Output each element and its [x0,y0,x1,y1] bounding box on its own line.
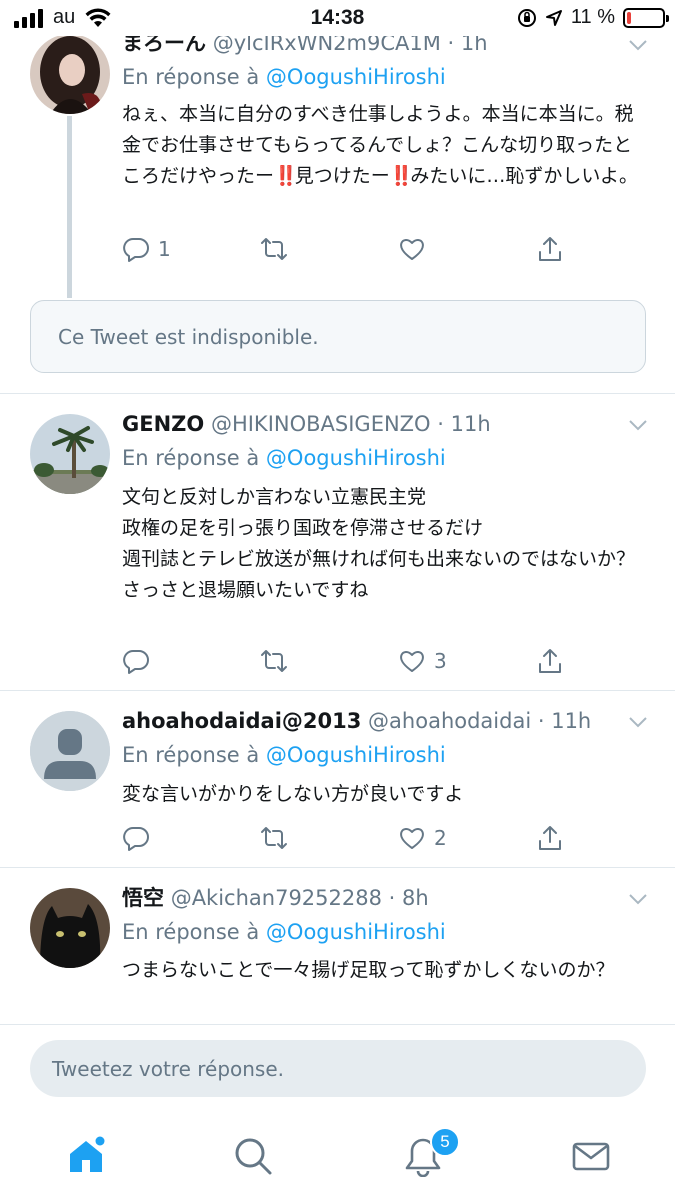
nav-search[interactable] [228,1131,278,1181]
chevron-down-icon[interactable] [627,34,649,56]
reply-context: En réponse à @OogushiHiroshi [122,918,446,946]
reply-icon [123,827,149,851]
reply-prefix: En réponse à [122,446,266,470]
meta-separator: · [430,412,451,436]
reply-prefix: En réponse à [122,65,266,89]
battery-percent: 11 % [570,6,615,28]
reply-context: En réponse à @OogushiHiroshi [122,63,446,91]
meta-separator: · [531,709,552,733]
reply-prefix: En réponse à [122,743,266,767]
tweet-time: 11h [551,709,592,733]
retweet-icon [261,827,287,849]
reply-context: En réponse à @OogushiHiroshi [122,444,446,472]
heart-icon [400,828,424,849]
thread-connector [67,116,72,298]
tweet[interactable]: ahoahodaidai@2013 @ahoahodaidai · 11h En… [0,691,675,867]
display-name[interactable]: GENZO [122,412,204,436]
reply-mention-link[interactable]: @OogushiHiroshi [266,920,446,944]
tweet[interactable]: 悟空 @Akichan79252288 · 8h En réponse à @O… [0,868,675,1024]
tweet-text: 変な言いがかりをしない方が良いですよ [122,783,464,805]
like-button[interactable] [398,232,434,266]
battery-icon [623,7,669,28]
share-icon [539,826,561,850]
reply-icon [123,238,149,262]
location-arrow-icon [545,9,562,26]
reply-prefix: En réponse à [122,920,266,944]
nav-messages[interactable] [566,1131,616,1181]
palm-tree-avatar[interactable] [30,414,110,494]
divider [0,1024,675,1025]
share-icon [539,649,561,673]
display-name[interactable]: 悟空 [122,886,164,910]
user-handle[interactable]: @Akichan79252288 [171,886,382,910]
tweet-actions: 1 [122,232,582,266]
share-button[interactable] [536,821,564,855]
share-button[interactable] [536,644,564,678]
retweet-button[interactable] [260,821,296,855]
reply-button[interactable] [122,821,158,855]
tweet-text: 文句と反対しか言わない立憲民主党 政権の足を引っ張り国政を停滞させるだけ 週刊誌… [122,486,636,601]
retweet-button[interactable] [260,644,296,678]
tweet-text: つまらないことで一々揚げ足取って恥ずかしくないのか？ [122,959,615,981]
unavailable-tweet-text: Ce Tweet est indisponible. [58,324,319,349]
search-icon [235,1138,272,1175]
like-count: 3 [434,649,447,673]
notification-badge: 5 [430,1127,460,1157]
nav-home[interactable] [61,1131,111,1181]
display-name[interactable]: ahoahodaidai@2013 [122,709,361,733]
chevron-down-icon[interactable] [627,414,649,436]
share-button[interactable] [536,232,564,266]
user-handle[interactable]: @ahoahodaidai [368,709,531,733]
like-button[interactable]: 3 [398,644,447,678]
status-bar: au 14:38 11 % [0,0,675,36]
tweet-actions: 2 [122,821,582,855]
heart-icon [400,651,424,672]
reply-button[interactable]: 1 [122,232,171,266]
reply-context: En réponse à @OogushiHiroshi [122,741,446,769]
double-exclamation-emoji: ‼️ [274,165,298,187]
tweet-text: ねぇ、本当に自分のすべき仕事しようよ。本当に本当に。税金でお仕事させてもらってる… [122,99,642,192]
chevron-down-icon[interactable] [627,711,649,733]
home-icon [70,1136,105,1172]
messages-icon [572,1142,610,1171]
bottom-navigation: 5 [0,1115,675,1200]
woman-portrait-avatar[interactable] [30,34,110,114]
tweet-actions: 3 [122,644,582,678]
tweet-text-part: みたいに…恥ずかしいよ。 [410,165,638,187]
reply-mention-link[interactable]: @OogushiHiroshi [266,65,446,89]
reply-icon [123,650,149,674]
reply-mention-link[interactable]: @OogushiHiroshi [266,446,446,470]
reply-button[interactable] [122,644,158,678]
tweet[interactable]: GENZO @HIKINOBASIGENZO · 11h En réponse … [0,394,675,690]
unavailable-tweet-notice: Ce Tweet est indisponible. [30,300,646,373]
reply-mention-link[interactable]: @OogushiHiroshi [266,743,446,767]
retweet-button[interactable] [260,232,296,266]
reply-placeholder: Tweetez votre réponse. [52,1056,285,1081]
tweet-time: 8h [402,886,429,910]
like-count: 2 [434,826,447,850]
share-icon [539,237,561,261]
meta-separator: · [381,886,403,910]
heart-icon [400,239,424,260]
tweet-text-part: 見つけたー [294,165,390,187]
like-button[interactable]: 2 [398,821,447,855]
black-cat-avatar[interactable] [30,888,110,968]
user-handle[interactable]: @HIKINOBASIGENZO [211,412,431,436]
reply-input[interactable]: Tweetez votre réponse. [30,1040,646,1097]
reply-count: 1 [158,237,171,261]
chevron-down-icon[interactable] [627,888,649,910]
retweet-icon [261,238,287,260]
default-person-avatar[interactable] [30,711,110,791]
tweet-time: 11h [450,412,491,436]
double-exclamation-emoji: ‼️ [389,165,414,187]
retweet-icon [261,650,287,672]
orientation-lock-icon [517,8,536,27]
